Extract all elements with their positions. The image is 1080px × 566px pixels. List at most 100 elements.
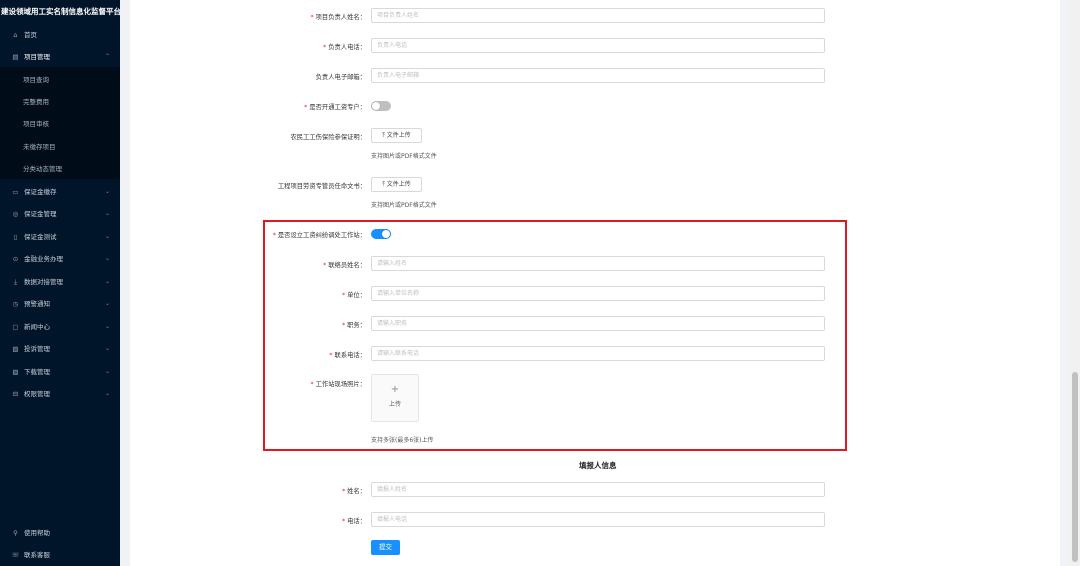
chevron-down-icon: ⌄	[104, 233, 110, 240]
submenu-item-unpaid-projects[interactable]: 未缴存项目	[0, 138, 120, 156]
station-photo-upload[interactable]: + 上传	[371, 374, 419, 422]
alert-icon: ◷	[12, 300, 19, 308]
sidebar-item-finance[interactable]: ⊙ 金融业务办理 ⌄	[0, 250, 120, 268]
sidebar-item-label: 首页	[24, 31, 37, 39]
submenu-item-complete-fees[interactable]: 完整费用	[0, 93, 120, 111]
wage-account-toggle[interactable]	[371, 101, 391, 111]
test-icon: ▯	[13, 233, 18, 241]
mediation-station-toggle[interactable]	[371, 229, 391, 239]
sidebar-item-label: 保证金管理	[24, 210, 57, 218]
deposit-icon: ▭	[12, 188, 19, 196]
download-icon: ▧	[12, 368, 19, 376]
sidebar-item-customer-service[interactable]: ☏ 联系客服	[0, 546, 120, 564]
sidebar-item-label: 新闻中心	[24, 323, 50, 331]
chevron-down-icon: ⌄	[104, 278, 110, 285]
chevron-down-icon: ⌄	[104, 323, 110, 330]
injury-insurance-upload-button[interactable]: ⤒ 文件上传	[371, 128, 422, 143]
chevron-down-icon: ⌄	[104, 390, 110, 397]
contact-phone-label: * 联系电话：	[329, 352, 366, 359]
injury-insurance-label: 农民工工伤保险参保证明：	[290, 134, 366, 141]
complaint-icon: ▨	[12, 345, 19, 353]
chevron-down-icon: ⌄	[104, 300, 110, 307]
sidebar-item-home[interactable]: ⌂ 首页	[0, 26, 120, 44]
sidebar-item-permission[interactable]: ⊟ 权限管理 ⌄	[0, 385, 120, 403]
finance-icon: ⊙	[12, 255, 19, 263]
contact-phone-input[interactable]	[371, 346, 825, 361]
upload-label: 上传	[388, 401, 401, 408]
sidebar-item-help[interactable]: ⚲ 使用帮助	[0, 524, 120, 542]
unit-label: * 单位：	[341, 292, 366, 299]
chevron-down-icon: ⌄	[104, 345, 110, 352]
platform-title: 建设领域用工实名制信息化监督平台	[1, 7, 120, 16]
sidebar-item-data[interactable]: ⤓ 数据对接管理 ⌄	[0, 273, 120, 291]
chevron-down-icon: ⌄	[104, 368, 110, 375]
reporter-section-title: 填报人信息	[579, 461, 617, 470]
chevron-down-icon: ⌄	[104, 255, 110, 262]
sidebar-item-deposit[interactable]: ▭ 保证金缴存 ⌄	[0, 183, 120, 201]
reporter-name-label: * 姓名：	[341, 488, 366, 495]
sidebar-item-label: 投诉管理	[24, 345, 50, 353]
chevron-down-icon: ⌄	[104, 210, 110, 217]
station-photo-label: * 工作站现场照片：	[310, 381, 366, 388]
contact-name-label: * 联络员姓名：	[323, 262, 366, 269]
project-icon: ▤	[12, 53, 19, 61]
submenu-item-project-review[interactable]: 项目审核	[0, 115, 120, 133]
project-submenu: 项目查询 完整费用 项目审核 未缴存项目 分类动态管理	[0, 67, 120, 179]
mediation-station-label: * 是否设立工资纠纷调处工作站：	[272, 232, 366, 239]
labor-contract-label: 工程项目劳资专管员任命文书：	[277, 183, 366, 190]
contact-name-input[interactable]	[371, 256, 825, 271]
sidebar-item-project-management[interactable]: ▤ 项目管理 ⌃	[0, 48, 120, 66]
service-icon: ☏	[11, 551, 20, 559]
sidebar-item-label: 保证金测试	[24, 233, 57, 241]
sidebar-item-guarantee[interactable]: ◎ 保证金管理 ⌄	[0, 205, 120, 223]
upload-icon: ⤒	[382, 181, 385, 188]
news-icon: ▢	[12, 323, 19, 331]
sidebar-item-label: 下载管理	[24, 368, 50, 376]
home-icon: ⌂	[13, 31, 18, 39]
sidebar-item-label: 保证金缴存	[24, 188, 57, 196]
upload-icon: ⤒	[382, 132, 385, 139]
data-icon: ⤓	[14, 278, 17, 286]
manager-phone-input[interactable]	[371, 38, 825, 53]
reporter-phone-label: * 电话：	[341, 518, 366, 525]
manager-email-input[interactable]	[371, 68, 825, 83]
sidebar-item-complaint[interactable]: ▨ 投诉管理 ⌄	[0, 340, 120, 358]
sidebar-item-label: 数据对接管理	[24, 278, 63, 286]
submenu-item-project-query[interactable]: 项目查询	[0, 71, 120, 89]
sidebar-item-alert[interactable]: ◷ 预警通知 ⌄	[0, 295, 120, 313]
sidebar-item-download[interactable]: ▧ 下载管理 ⌄	[0, 363, 120, 381]
submit-button[interactable]: 提交	[371, 540, 400, 555]
sidebar-item-label: 使用帮助	[24, 529, 50, 537]
labor-contract-upload-button[interactable]: ⤒ 文件上传	[371, 177, 422, 192]
scrollbar[interactable]	[1070, 0, 1080, 566]
sidebar-item-label: 项目管理	[24, 53, 50, 61]
manager-email-label: 负责人电子邮箱：	[315, 74, 366, 81]
app-window: 建设领域用工实名制信息化监督平台 项目查询 完整费用 项目审核 未缴存项目 分类…	[0, 0, 1080, 566]
submenu-item-dynamic-management[interactable]: 分类动态管理	[0, 160, 120, 178]
sidebar-item-news[interactable]: ▢ 新闻中心 ⌄	[0, 318, 120, 336]
injury-insurance-hint: 支持图片或PDF格式文件	[371, 153, 437, 160]
reporter-phone-input[interactable]	[371, 512, 825, 527]
scrollbar-thumb[interactable]	[1072, 372, 1078, 562]
highlight-box	[263, 220, 847, 451]
manager-name-input[interactable]	[371, 8, 825, 23]
manager-name-label: * 项目负责人姓名：	[310, 14, 366, 21]
chevron-down-icon: ⌄	[104, 188, 110, 195]
guarantee-icon: ◎	[12, 210, 19, 218]
help-icon: ⚲	[13, 529, 18, 537]
manager-phone-label: * 负责人电话：	[323, 44, 366, 51]
reporter-name-input[interactable]	[371, 482, 825, 497]
station-photo-hint: 支持多张(最多6张)上传	[371, 437, 434, 444]
sidebar-item-label: 权限管理	[24, 390, 50, 398]
sidebar-item-label: 预警通知	[24, 300, 50, 308]
labor-contract-hint: 支持图片或PDF格式文件	[371, 202, 437, 209]
sidebar-item-test[interactable]: ▯ 保证金测试 ⌄	[0, 228, 120, 246]
chevron-up-icon: ⌃	[104, 53, 110, 60]
plus-icon: +	[390, 384, 400, 395]
sidebar-item-label: 金融业务办理	[24, 255, 63, 263]
unit-input[interactable]	[371, 286, 825, 301]
permission-icon: ⊟	[12, 390, 19, 398]
position-input[interactable]	[371, 316, 825, 331]
sidebar: 建设领域用工实名制信息化监督平台 项目查询 完整费用 项目审核 未缴存项目 分类…	[0, 0, 120, 566]
position-label: * 职务：	[341, 322, 366, 329]
